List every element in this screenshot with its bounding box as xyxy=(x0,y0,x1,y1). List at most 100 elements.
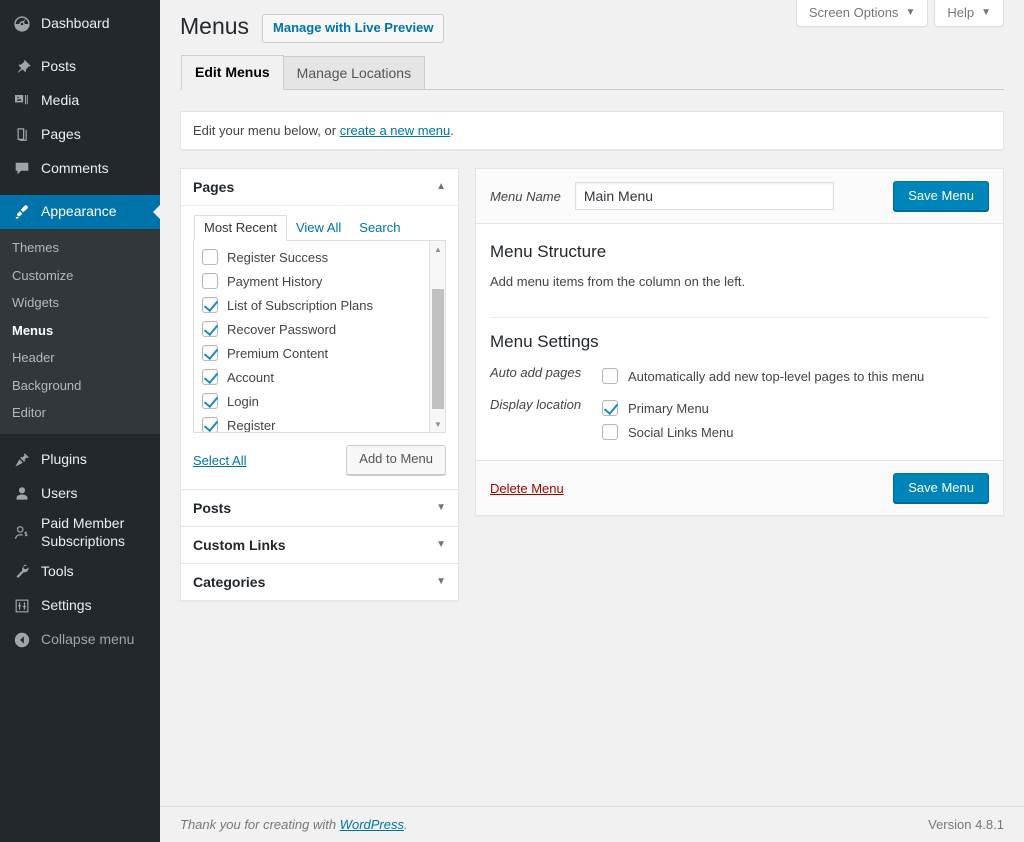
sidebar-item-media[interactable]: Media xyxy=(0,84,160,118)
subtab-view-all[interactable]: View All xyxy=(287,216,350,240)
scrollbar-thumb[interactable] xyxy=(432,289,444,410)
scroll-down-arrow-icon[interactable]: ▼ xyxy=(430,416,445,432)
list-item[interactable]: Premium Content xyxy=(202,341,423,365)
page-title-row: Menus Manage with Live Preview xyxy=(180,0,1004,44)
plug-icon xyxy=(12,450,32,470)
page-checkbox[interactable] xyxy=(202,417,218,433)
sidebar-subitem-editor[interactable]: Editor xyxy=(0,399,160,427)
pages-panel-header[interactable]: Pages ▲ xyxy=(181,169,458,207)
sidebar-subitem-widgets[interactable]: Widgets xyxy=(0,289,160,317)
custom-links-panel-title: Custom Links xyxy=(193,537,286,554)
sidebar-item-label: Pages xyxy=(41,126,81,143)
display-location-label: Display location xyxy=(490,397,582,413)
list-item[interactable]: List of Subscription Plans xyxy=(202,293,423,317)
auto-add-pages-option[interactable]: Automatically add new top-level pages to… xyxy=(602,364,989,388)
sidebar-subitem-label: Themes xyxy=(12,240,59,255)
page-checkbox[interactable] xyxy=(202,345,218,362)
page-checkbox[interactable] xyxy=(202,297,218,314)
page-checkbox[interactable] xyxy=(202,393,218,410)
admin-footer: Thank you for creating with WordPress. V… xyxy=(160,806,1024,842)
sidebar-subitem-label: Menus xyxy=(12,322,54,338)
add-to-menu-button[interactable]: Add to Menu xyxy=(346,445,446,476)
sidebar-separator xyxy=(0,41,160,50)
subtab-most-recent[interactable]: Most Recent xyxy=(194,215,287,242)
sidebar-subitem-header[interactable]: Header xyxy=(0,344,160,372)
sidebar-item-users[interactable]: Users xyxy=(0,477,160,511)
sidebar-item-appearance[interactable]: Appearance xyxy=(0,195,160,229)
manage-with-live-preview-button[interactable]: Manage with Live Preview xyxy=(262,14,445,44)
pages-panel-actions: Select All Add to Menu xyxy=(193,433,446,477)
page-checkbox[interactable] xyxy=(202,249,218,266)
wrench-icon xyxy=(12,562,32,582)
primary-menu-checkbox[interactable] xyxy=(602,400,618,417)
display-location-option-primary[interactable]: Primary Menu xyxy=(602,396,989,420)
posts-panel-header[interactable]: Posts ▼ xyxy=(181,490,458,526)
chevron-down-icon[interactable]: ▼ xyxy=(436,577,446,587)
posts-panel-title: Posts xyxy=(193,500,232,517)
chevron-up-icon[interactable]: ▲ xyxy=(436,182,446,192)
custom-links-panel-header[interactable]: Custom Links ▼ xyxy=(181,527,458,563)
menu-notice: Edit your menu below, or create a new me… xyxy=(180,111,1004,151)
subtab-search[interactable]: Search xyxy=(350,216,409,240)
menu-name-label: Menu Name xyxy=(490,188,561,204)
collapse-menu-button[interactable]: Collapse menu xyxy=(0,623,160,657)
sidebar-item-label: Paid Member Subscriptions xyxy=(41,515,126,549)
delete-menu-link[interactable]: Delete Menu xyxy=(490,481,564,496)
pin-icon xyxy=(12,57,32,77)
list-item[interactable]: Register xyxy=(202,413,423,433)
list-item[interactable]: Register Success xyxy=(202,245,423,269)
select-all-link[interactable]: Select All xyxy=(193,453,246,468)
list-item[interactable]: Login xyxy=(202,389,423,413)
sidebar-subitem-themes[interactable]: Themes xyxy=(0,234,160,262)
categories-panel-title: Categories xyxy=(193,574,266,591)
chevron-down-icon[interactable]: ▼ xyxy=(436,540,446,550)
save-menu-button-top[interactable]: Save Menu xyxy=(893,181,990,212)
page-checkbox[interactable] xyxy=(202,273,218,290)
sidebar-item-paid-member-subscriptions[interactable]: Paid Member Subscriptions xyxy=(0,511,160,555)
pages-list-scrollbar[interactable]: ▲ ▼ xyxy=(429,241,445,433)
sidebar-item-label: Dashboard xyxy=(41,15,110,32)
sidebar-item-settings[interactable]: Settings xyxy=(0,589,160,623)
sidebar-subitem-background[interactable]: Background xyxy=(0,372,160,400)
sidebar-subitem-customize[interactable]: Customize xyxy=(0,262,160,290)
categories-panel-header[interactable]: Categories ▼ xyxy=(181,564,458,600)
pages-icon xyxy=(12,125,32,145)
content-area: Screen Options ▼ Help ▼ Menus Manage wit… xyxy=(160,0,1024,842)
page-checkbox[interactable] xyxy=(202,369,218,386)
sidebar-item-tools[interactable]: Tools xyxy=(0,555,160,589)
page-checkbox[interactable] xyxy=(202,321,218,338)
save-menu-button-bottom[interactable]: Save Menu xyxy=(893,473,989,504)
footer-thanks-after: . xyxy=(404,817,408,832)
auto-add-pages-checkbox[interactable] xyxy=(602,368,618,385)
tab-manage-locations[interactable]: Manage Locations xyxy=(282,55,426,90)
display-location-row: Display location Primary Menu Social Lin… xyxy=(490,396,989,444)
admin-sidebar: Dashboard Posts Media Pages Comments App… xyxy=(0,0,160,842)
chevron-down-icon[interactable]: ▼ xyxy=(436,503,446,513)
auto-add-pages-row: Auto add pages Automatically add new top… xyxy=(490,364,989,388)
list-item[interactable]: Payment History xyxy=(202,269,423,293)
sidebar-item-label: Appearance xyxy=(41,203,117,220)
sidebar-item-pages[interactable]: Pages xyxy=(0,118,160,152)
sidebar-item-comments[interactable]: Comments xyxy=(0,152,160,186)
wordpress-link[interactable]: WordPress xyxy=(340,817,404,832)
auto-add-pages-options: Automatically add new top-level pages to… xyxy=(602,364,989,388)
scroll-up-arrow-icon[interactable]: ▲ xyxy=(430,241,445,257)
tab-edit-menus[interactable]: Edit Menus xyxy=(181,54,284,91)
menu-name-input[interactable] xyxy=(574,182,834,211)
sidebar-item-label: Users xyxy=(41,484,78,501)
sidebar-item-plugins[interactable]: Plugins xyxy=(0,443,160,477)
sidebar-item-posts[interactable]: Posts xyxy=(0,50,160,84)
sidebar-subitem-menus[interactable]: Menus xyxy=(0,317,160,345)
comments-icon xyxy=(12,159,32,179)
list-item[interactable]: Recover Password xyxy=(202,317,423,341)
display-location-options: Primary Menu Social Links Menu xyxy=(602,396,989,444)
sidebar-item-dashboard[interactable]: Dashboard xyxy=(0,7,160,41)
list-item[interactable]: Account xyxy=(202,365,423,389)
create-new-menu-link[interactable]: create a new menu xyxy=(340,123,451,138)
social-links-menu-checkbox[interactable] xyxy=(602,424,618,441)
page-label: Account xyxy=(227,369,274,385)
wp-admin-screen: Dashboard Posts Media Pages Comments App… xyxy=(0,0,1024,842)
display-location-option-social[interactable]: Social Links Menu xyxy=(602,420,989,444)
menu-columns: Pages ▲ Most Recent View All Search Regi… xyxy=(180,168,1004,602)
collapse-arrow-icon xyxy=(12,630,32,650)
